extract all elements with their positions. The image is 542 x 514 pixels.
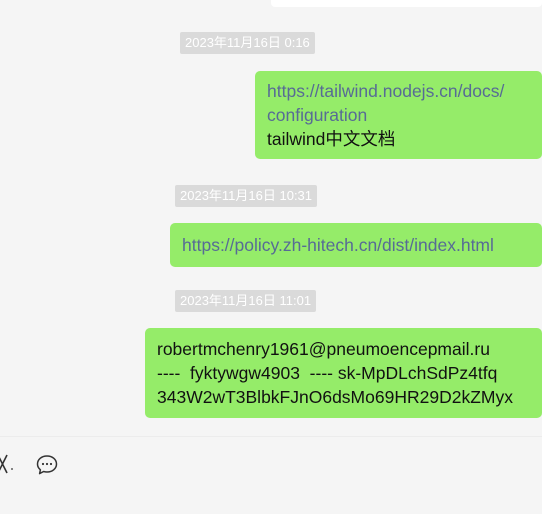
previous-message-bubble[interactable]	[271, 0, 542, 7]
scissors-icon[interactable]	[0, 453, 18, 477]
message-text: tailwind中文文档	[267, 129, 396, 149]
message-text-line: robertmchenry1961@pneumoencepmail.ru	[157, 339, 490, 359]
message-link[interactable]: https://policy.zh-hitech.cn/dist/index.h…	[182, 233, 530, 257]
chat-bubble-icon[interactable]	[35, 453, 59, 477]
message-bubble-self[interactable]: https://tailwind.nodejs.cn/docs/ configu…	[255, 71, 542, 159]
chat-message-area[interactable]: 2023年11月16日 0:16 https://tailwind.nodejs…	[0, 0, 542, 436]
message-timestamp: 2023年11月16日 0:16	[180, 32, 315, 54]
message-text-line: 343W2wT3BlbkFJnO6dsMo69HR29D2kZMyx	[157, 387, 513, 407]
message-timestamp: 2023年11月16日 10:31	[175, 185, 318, 207]
message-bubble-self[interactable]: https://policy.zh-hitech.cn/dist/index.h…	[170, 223, 542, 267]
message-timestamp: 2023年11月16日 11:01	[175, 290, 317, 312]
message-link-continued[interactable]: configuration	[267, 103, 530, 127]
message-text-line: ---- fyktywgw4903 ---- sk-MpDLchSdPz4tfq	[157, 363, 498, 383]
message-input-toolbar	[0, 436, 542, 514]
message-link[interactable]: https://tailwind.nodejs.cn/docs/	[267, 79, 530, 103]
message-bubble-self[interactable]: robertmchenry1961@pneumoencepmail.ru ---…	[145, 328, 542, 418]
